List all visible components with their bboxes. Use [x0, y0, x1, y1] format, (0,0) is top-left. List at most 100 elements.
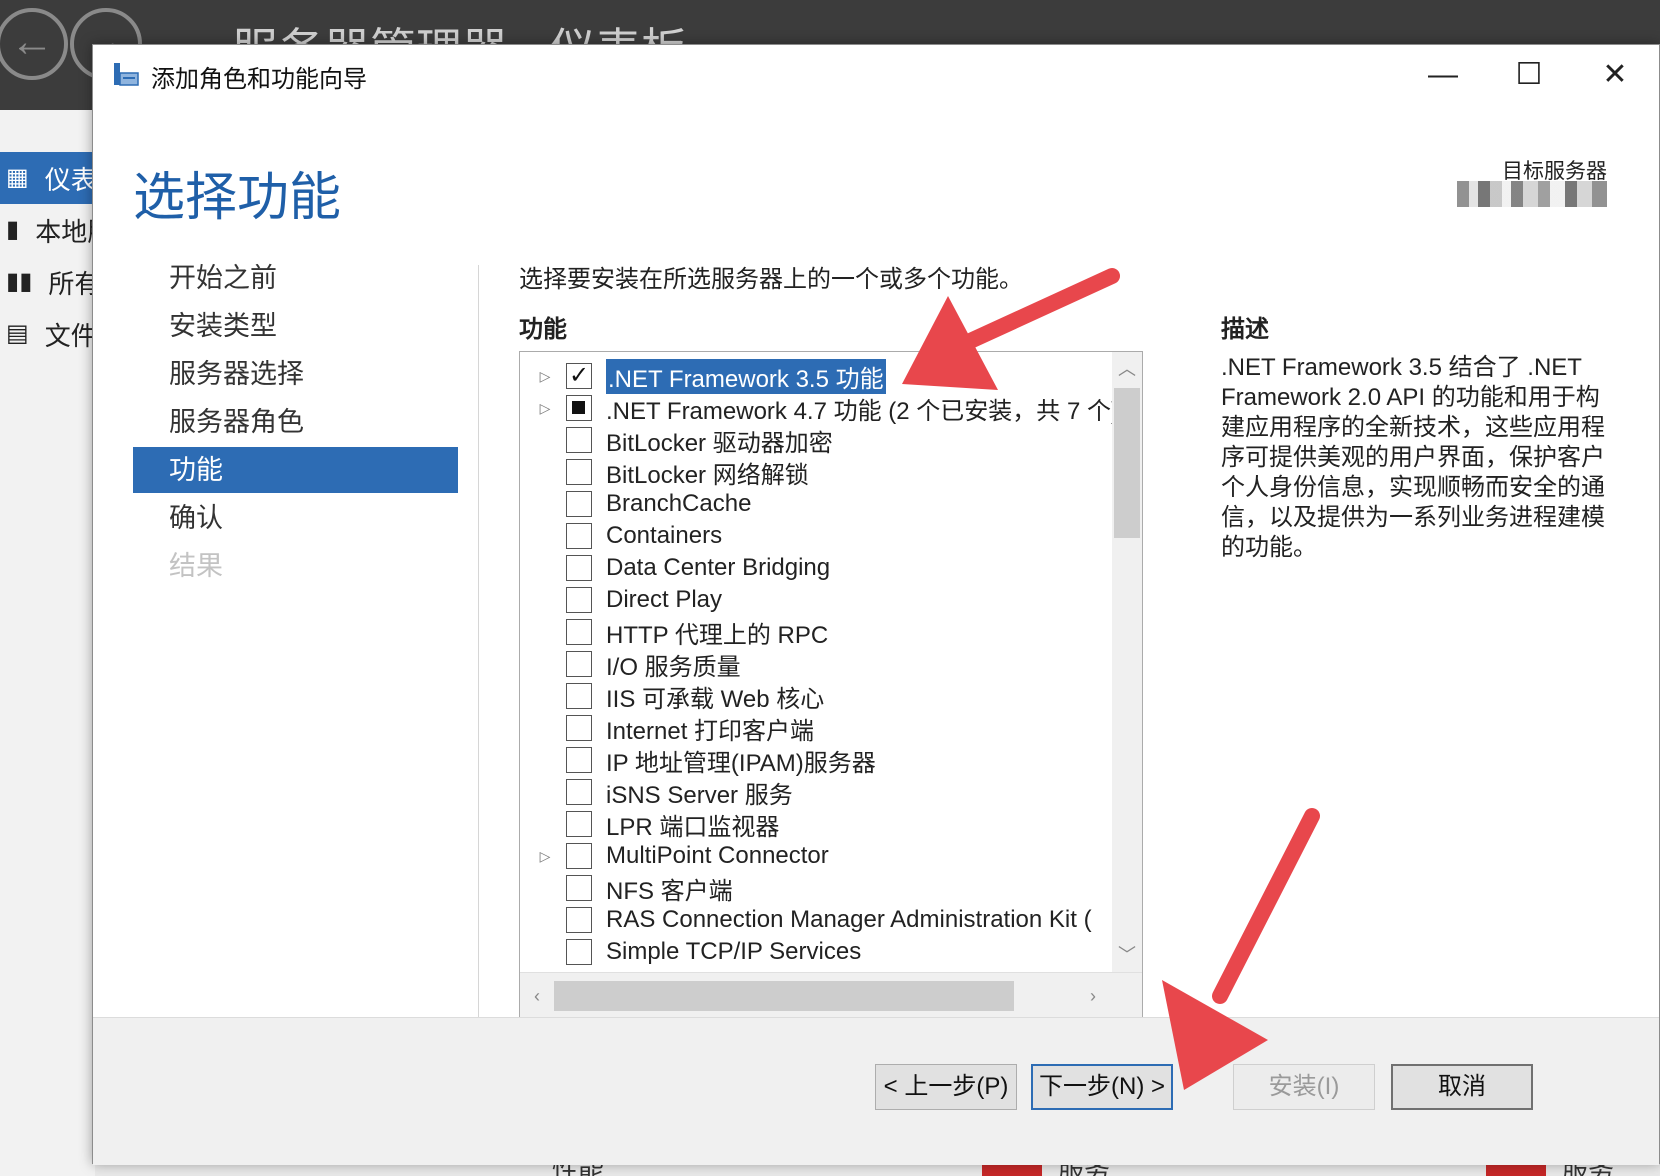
step-features[interactable]: 功能	[133, 447, 458, 493]
instruction-text: 选择要安装在所选服务器上的一个或多个功能。	[519, 266, 1023, 293]
server-icon: ▮	[6, 216, 20, 243]
feature-label: .NET Framework 3.5 功能	[606, 358, 886, 394]
step-installation-type[interactable]: 安装类型	[133, 303, 458, 349]
feature-row[interactable]: LPR 端口监视器	[520, 808, 1120, 841]
feature-label: Direct Play	[606, 586, 723, 613]
close-button[interactable]: ✕	[1585, 51, 1645, 99]
feature-label: RAS Connection Manager Administration Ki…	[606, 906, 1092, 933]
storage-icon: ▤	[6, 320, 29, 347]
feature-row[interactable]: Containers	[520, 520, 1120, 552]
sidebar-item-local-server[interactable]: ▮ 本地服务器	[0, 204, 95, 256]
feature-label: Containers	[606, 522, 723, 549]
next-button[interactable]: 下一步(N) >	[1031, 1064, 1173, 1110]
expand-triangle-icon[interactable]: ▷	[534, 400, 556, 417]
feature-row[interactable]: Direct Play	[520, 584, 1120, 616]
feature-row[interactable]: HTTP 代理上的 RPC	[520, 616, 1120, 649]
install-button: 安装(I)	[1233, 1064, 1375, 1110]
maximize-button[interactable]: ☐	[1499, 51, 1559, 99]
feature-label: Data Center Bridging	[606, 554, 831, 581]
feature-checkbox[interactable]	[566, 587, 592, 613]
wizard-title: 添加角色和功能向导	[151, 66, 367, 93]
back-arrow-icon[interactable]: ←	[0, 8, 68, 80]
vertical-scrollbar[interactable]: ︿ ﹀	[1112, 352, 1142, 972]
feature-checkbox[interactable]	[566, 683, 592, 709]
feature-label: Simple TCP/IP Services	[606, 938, 862, 965]
feature-row[interactable]: BranchCache	[520, 488, 1120, 520]
feature-checkbox[interactable]	[566, 459, 592, 485]
feature-label: MultiPoint Connector	[606, 842, 829, 869]
sidebar-item-dashboard[interactable]: ▦ 仪表板	[0, 152, 95, 204]
add-roles-features-wizard: 添加角色和功能向导 — ☐ ✕ 选择功能 目标服务器 开始之前 安装类型 服务器…	[92, 44, 1660, 1165]
wizard-steps-nav: 开始之前 安装类型 服务器选择 服务器角色 功能 确认 结果	[133, 255, 458, 591]
feature-checkbox[interactable]	[566, 619, 592, 645]
feature-row[interactable]: BitLocker 驱动器加密	[520, 424, 1120, 457]
step-server-selection[interactable]: 服务器选择	[133, 351, 458, 397]
feature-row[interactable]: IP 地址管理(IPAM)服务器	[520, 744, 1120, 777]
dashboard-icon: ▦	[6, 164, 29, 191]
feature-row[interactable]: NFS 客户端	[520, 872, 1120, 905]
feature-label: Internet 打印客户端	[606, 717, 815, 745]
feature-checkbox[interactable]	[566, 651, 592, 677]
server-manager-sidebar: ▦ 仪表板 ▮ 本地服务器 ▮▮ 所有服务器 ▤ 文件和存储服务	[0, 110, 95, 1176]
feature-label: BranchCache	[606, 490, 752, 517]
step-server-roles[interactable]: 服务器角色	[133, 399, 458, 445]
feature-label: LPR 端口监视器	[606, 813, 780, 841]
scroll-right-icon[interactable]: ›	[1078, 981, 1108, 1011]
feature-checkbox[interactable]	[566, 555, 592, 581]
feature-row[interactable]: Internet 打印客户端	[520, 712, 1120, 745]
feature-checkbox[interactable]	[566, 875, 592, 901]
horizontal-scrollbar[interactable]: ‹ ›	[520, 972, 1142, 1018]
feature-row[interactable]: ▷ MultiPoint Connector	[520, 840, 1120, 872]
feature-label: IIS 可承载 Web 核心	[606, 685, 825, 713]
cancel-button[interactable]: 取消	[1391, 1064, 1533, 1110]
feature-checkbox[interactable]	[566, 395, 592, 421]
feature-checkbox[interactable]	[566, 939, 592, 965]
feature-row[interactable]: BitLocker 网络解锁	[520, 456, 1120, 489]
expand-triangle-icon[interactable]: ▷	[534, 848, 556, 865]
feature-checkbox[interactable]	[566, 491, 592, 517]
scroll-down-icon[interactable]: ﹀	[1112, 940, 1142, 970]
feature-label: HTTP 代理上的 RPC	[606, 621, 829, 649]
features-list[interactable]: ▷ .NET Framework 3.5 功能 ▷ .NET Framework 4.…	[519, 351, 1143, 1019]
servers-icon: ▮▮	[6, 268, 33, 295]
feature-checkbox[interactable]	[566, 523, 592, 549]
feature-row[interactable]: ▷ .NET Framework 3.5 功能	[520, 358, 1120, 394]
wizard-titlebar: 添加角色和功能向导 — ☐ ✕	[93, 45, 1659, 105]
feature-row[interactable]: I/O 服务质量	[520, 648, 1120, 681]
feature-checkbox[interactable]	[566, 907, 592, 933]
page-title: 选择功能	[133, 169, 342, 227]
previous-button[interactable]: < 上一步(P)	[875, 1064, 1017, 1110]
feature-checkbox[interactable]	[566, 811, 592, 837]
steps-divider	[478, 265, 479, 1085]
feature-checkbox[interactable]	[566, 427, 592, 453]
vertical-scroll-thumb[interactable]	[1114, 388, 1140, 538]
step-confirmation[interactable]: 确认	[133, 495, 458, 541]
horizontal-scroll-thumb[interactable]	[554, 981, 1014, 1011]
minimize-button[interactable]: —	[1413, 51, 1473, 99]
expand-triangle-icon[interactable]: ▷	[534, 368, 556, 385]
scroll-left-icon[interactable]: ‹	[522, 981, 552, 1011]
features-heading: 功能	[519, 316, 567, 343]
feature-checkbox[interactable]	[566, 715, 592, 741]
step-results: 结果	[169, 551, 223, 581]
sidebar-item-all-servers[interactable]: ▮▮ 所有服务器	[0, 256, 95, 308]
feature-row[interactable]: Simple TCP/IP Services	[520, 936, 1120, 968]
feature-row[interactable]: ▷ .NET Framework 4.7 功能 (2 个已安装，共 7 个)	[520, 392, 1120, 425]
feature-row[interactable]: iSNS Server 服务	[520, 776, 1120, 809]
feature-row[interactable]: Data Center Bridging	[520, 552, 1120, 584]
sidebar-item-file-storage[interactable]: ▤ 文件和存储服务	[0, 308, 95, 360]
features-list-rows: ▷ .NET Framework 3.5 功能 ▷ .NET Framework 4.…	[520, 352, 1120, 972]
feature-label: IP 地址管理(IPAM)服务器	[606, 749, 876, 777]
feature-checkbox[interactable]	[566, 843, 592, 869]
feature-label: BitLocker 驱动器加密	[606, 429, 833, 457]
feature-checkbox[interactable]	[566, 361, 592, 390]
feature-row[interactable]: RAS Connection Manager Administration Ki…	[520, 904, 1120, 936]
feature-checkbox[interactable]	[566, 747, 592, 773]
feature-label: iSNS Server 服务	[606, 781, 793, 809]
feature-checkbox[interactable]	[566, 779, 592, 805]
scroll-up-icon[interactable]: ︿	[1112, 354, 1142, 384]
wizard-app-icon	[114, 63, 139, 86]
feature-row[interactable]: IIS 可承载 Web 核心	[520, 680, 1120, 713]
wizard-footer: < 上一步(P) 下一步(N) > 安装(I) 取消	[93, 1017, 1659, 1165]
step-before-you-begin[interactable]: 开始之前	[133, 255, 458, 301]
